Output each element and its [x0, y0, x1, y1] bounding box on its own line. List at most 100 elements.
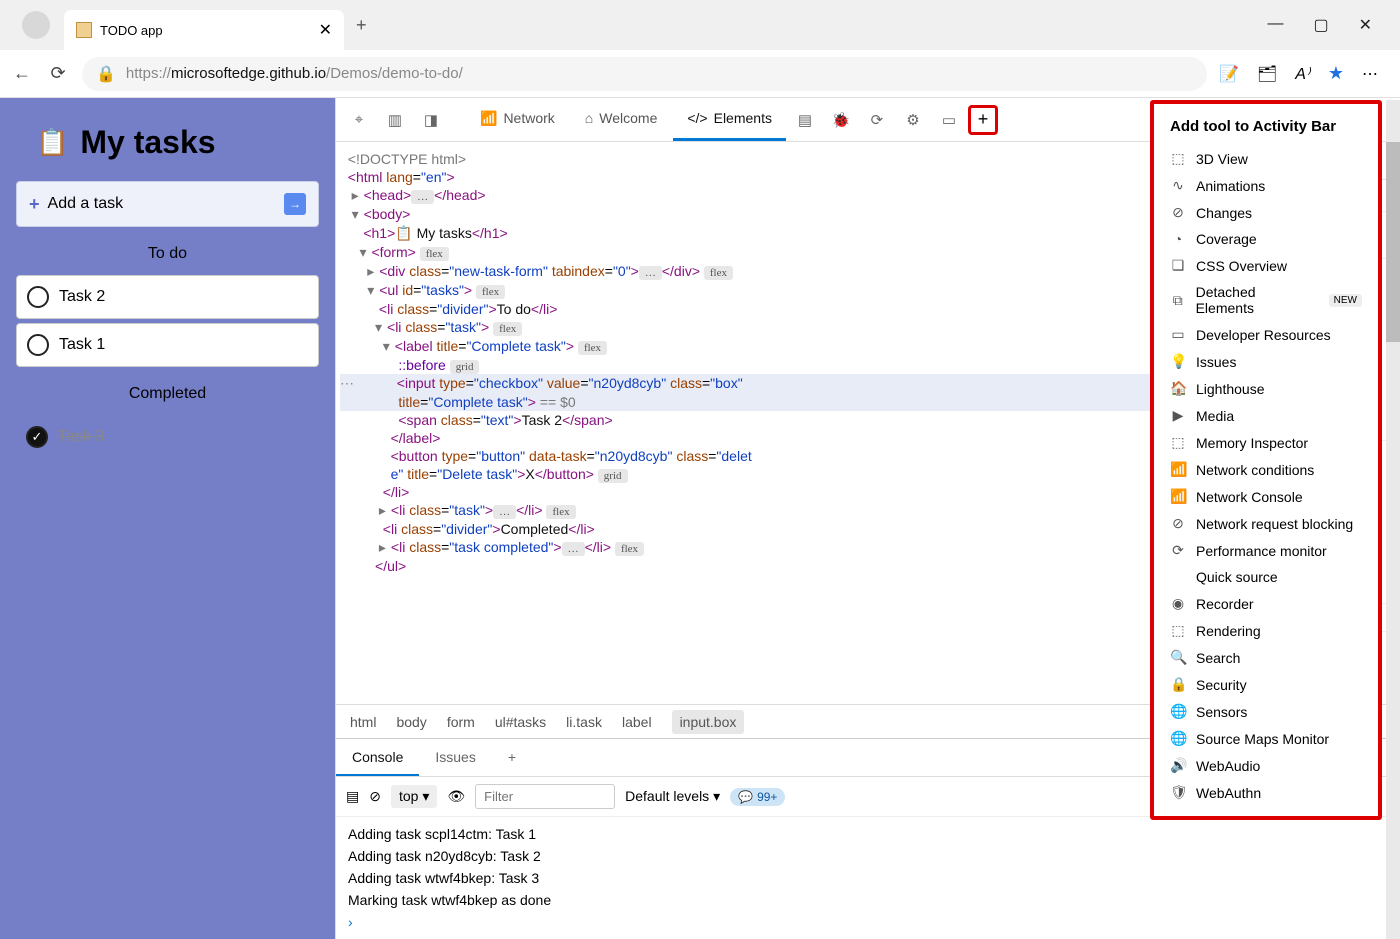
console-icon[interactable]: ▤ [788, 111, 822, 129]
menu-item-icon: ⬚ [1170, 622, 1186, 639]
new-tab-button[interactable]: + [356, 15, 367, 36]
page-scrollbar[interactable] [1386, 100, 1400, 939]
console-line: Adding task n20yd8cyb: Task 2 [348, 845, 1388, 867]
menu-item-rendering[interactable]: ⬚Rendering [1154, 617, 1378, 644]
menu-item-coverage[interactable]: ◔Coverage [1154, 226, 1378, 252]
console-prompt[interactable]: › [348, 911, 1388, 933]
menu-item-security[interactable]: 🔒Security [1154, 671, 1378, 698]
log-levels-select[interactable]: Default levels ▾ [625, 788, 720, 805]
menu-item-developer-resources[interactable]: ▭Developer Resources [1154, 321, 1378, 348]
menu-item-webaudio[interactable]: 🔊WebAudio [1154, 752, 1378, 779]
dom-tree[interactable]: <!DOCTYPE html> <html lang="en"> ▸<head>… [336, 142, 1238, 704]
menu-item-changes[interactable]: ⊘Changes [1154, 199, 1378, 226]
window-maximize-icon[interactable]: ▢ [1313, 15, 1328, 35]
tab-close-icon[interactable]: ✕ [319, 20, 332, 40]
appearance-icon[interactable]: 📝 [1219, 64, 1239, 84]
task-item-completed[interactable]: ✓ Task 3 [16, 415, 319, 459]
menu-item-icon: ◔ [1170, 231, 1186, 247]
menu-item-icon: ❏ [1170, 257, 1186, 274]
collections-icon[interactable]: 🗂 [1257, 64, 1277, 84]
menu-item-media[interactable]: ▶Media [1154, 402, 1378, 429]
menu-item-3d-view[interactable]: ⬚3D View [1154, 145, 1378, 172]
menu-item-label: 3D View [1196, 151, 1248, 167]
menu-item-detached-elements[interactable]: ⧉Detached ElementsNEW [1154, 279, 1378, 321]
code-icon: </> [687, 110, 707, 126]
home-icon: ⌂ [585, 110, 593, 126]
clipboard-icon: 📋 [36, 127, 68, 158]
menu-item-label: WebAudio [1196, 758, 1260, 774]
submit-task-icon[interactable]: → [284, 193, 306, 215]
menu-item-icon: 🔍 [1170, 649, 1186, 666]
menu-item-icon: 🔒 [1170, 676, 1186, 693]
browser-tab[interactable]: TODO app ✕ [64, 10, 344, 50]
menu-item-source-maps-monitor[interactable]: 🌐Source Maps Monitor [1154, 725, 1378, 752]
back-icon[interactable]: ← [10, 63, 34, 84]
inspect-icon[interactable]: ⌖ [342, 111, 376, 128]
menu-item-icon: 📶 [1170, 488, 1186, 505]
application-icon[interactable]: ▭ [932, 111, 966, 129]
live-expression-icon[interactable]: 👁 [447, 788, 465, 805]
menu-item-memory-inspector[interactable]: ⬚Memory Inspector [1154, 429, 1378, 456]
menu-item-label: Search [1196, 650, 1240, 666]
window-close-icon[interactable]: ✕ [1359, 15, 1372, 35]
task-item[interactable]: Task 2 [16, 275, 319, 319]
menu-item-sensors[interactable]: 🌐Sensors [1154, 698, 1378, 725]
menu-item-search[interactable]: 🔍 Search [1154, 644, 1378, 671]
add-tool-button[interactable]: + [968, 105, 998, 135]
menu-item-label: CSS Overview [1196, 258, 1287, 274]
window-minimize-icon[interactable]: — [1267, 15, 1283, 35]
sources-icon[interactable]: 🐞 [824, 111, 858, 129]
menu-item-network-console[interactable]: 📶 Network Console [1154, 483, 1378, 510]
menu-item-label: Lighthouse [1196, 381, 1265, 397]
device-toggle-icon[interactable]: ▥ [378, 111, 412, 129]
menu-item-network-conditions[interactable]: 📶Network conditions [1154, 456, 1378, 483]
selected-dom-node[interactable]: ⋯ <input type="checkbox" value="n20yd8cy… [340, 374, 1234, 393]
checkbox-checked-icon[interactable]: ✓ [26, 426, 48, 448]
read-aloud-icon[interactable]: A⁾ [1295, 64, 1310, 84]
menu-item-css-overview[interactable]: ❏ CSS Overview [1154, 252, 1378, 279]
context-select[interactable]: top ▾ [391, 785, 437, 808]
menu-item-lighthouse[interactable]: 🏠Lighthouse [1154, 375, 1378, 402]
task-item[interactable]: Task 1 [16, 323, 319, 367]
menu-item-label: Network Console [1196, 489, 1303, 505]
site-identity-icon[interactable]: 🔒 [96, 64, 116, 84]
tab-elements[interactable]: </>Elements [673, 98, 786, 141]
task-label: Task 3 [58, 428, 104, 446]
memory-icon[interactable]: ⚙ [896, 111, 930, 129]
menu-item-icon: ▭ [1170, 326, 1186, 343]
tab-network[interactable]: 📶Network [466, 98, 569, 141]
checkbox-icon[interactable] [27, 334, 49, 356]
menu-item-icon: 🌐 [1170, 703, 1186, 720]
sidebar-toggle-icon[interactable]: ▤ [346, 788, 359, 805]
menu-item-quick-source[interactable]: Quick source [1154, 564, 1378, 590]
tab-console[interactable]: Console [336, 739, 419, 776]
menu-item-network-request-blocking[interactable]: ⊘Network request blocking [1154, 510, 1378, 537]
url-input[interactable]: 🔒 https://microsoftedge.github.io/Demos/… [82, 57, 1207, 91]
console-filter-input[interactable] [475, 784, 615, 809]
console-output[interactable]: Adding task scpl14ctm: Task 1 Adding tas… [336, 817, 1400, 939]
checkbox-icon[interactable] [27, 286, 49, 308]
tab-welcome[interactable]: ⌂Welcome [571, 98, 672, 141]
menu-item-animations[interactable]: ∿Animations [1154, 172, 1378, 199]
menu-item-label: Source Maps Monitor [1196, 731, 1329, 747]
dock-icon[interactable]: ◨ [414, 111, 448, 129]
drawer-add-icon[interactable]: + [492, 739, 532, 776]
profile-avatar[interactable] [22, 11, 50, 39]
tab-issues[interactable]: Issues [419, 739, 491, 776]
refresh-icon[interactable]: ⟳ [46, 63, 70, 84]
menu-item-webauthn[interactable]: 🛡WebAuthn [1154, 779, 1378, 806]
favorite-icon[interactable]: ★ [1328, 63, 1344, 84]
issues-badge[interactable]: 💬 99+ [730, 788, 785, 806]
add-task-input[interactable]: + Add a task → [16, 181, 319, 227]
menu-item-issues[interactable]: 💡Issues [1154, 348, 1378, 375]
menu-item-recorder[interactable]: ◉Recorder [1154, 590, 1378, 617]
menu-item-label: Performance monitor [1196, 543, 1327, 559]
url-text: https://microsoftedge.github.io/Demos/de… [126, 65, 463, 82]
menu-item-label: Memory Inspector [1196, 435, 1308, 451]
menu-item-performance-monitor[interactable]: ⟳Performance monitor [1154, 537, 1378, 564]
clear-console-icon[interactable]: ⊘ [369, 788, 381, 805]
task-label: Task 1 [59, 336, 105, 354]
performance-icon[interactable]: ⟳ [860, 111, 894, 129]
task-label: Task 2 [59, 288, 105, 306]
menu-icon[interactable]: ⋯ [1362, 64, 1378, 84]
